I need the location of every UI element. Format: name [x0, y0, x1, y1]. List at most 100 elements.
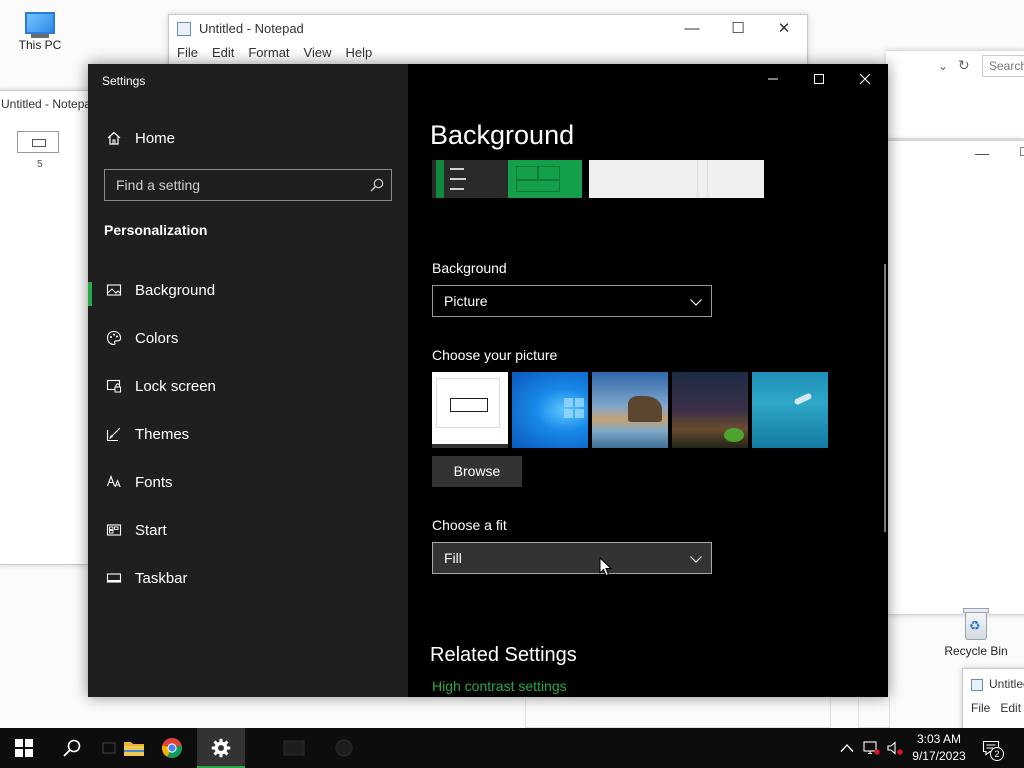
notepad-small-title: Untitled	[989, 677, 1024, 691]
this-pc-label: This PC	[18, 38, 62, 52]
notepad-app-icon	[177, 22, 191, 36]
minimize-icon[interactable]	[750, 64, 796, 98]
taskbar-chrome[interactable]	[148, 728, 196, 768]
themes-icon	[104, 424, 124, 444]
network-icon[interactable]	[862, 739, 880, 757]
settings-window[interactable]: Settings Home Personalization Background	[88, 64, 888, 697]
close-icon[interactable]	[842, 64, 888, 98]
taskbar-app-ghost-2[interactable]	[320, 728, 368, 768]
window-title: Settings	[102, 74, 146, 88]
notepad-titlebar[interactable]: Untitled - Notepad — ☐ ✕	[169, 15, 807, 43]
fonts-icon	[104, 472, 124, 492]
recycle-bin-label: Recycle Bin	[944, 644, 1008, 658]
window-controls	[750, 64, 888, 98]
notepad-window-left[interactable]: Untitled - Notepad 5	[0, 90, 98, 565]
nav-item-background[interactable]: Background	[88, 270, 408, 310]
notepad-small-menu-file[interactable]: File	[971, 701, 990, 715]
background-window-right[interactable]: — ☐	[886, 140, 1024, 615]
nav-item-themes[interactable]: Themes	[88, 414, 408, 454]
notepad-menubar: File Edit Format View Help	[177, 45, 372, 65]
picture-thumbnail[interactable]	[592, 372, 668, 448]
chevron-up-icon[interactable]	[838, 739, 856, 757]
minimize-icon[interactable]: —	[975, 145, 989, 161]
notepad-menu-file[interactable]: File	[177, 45, 198, 65]
taskbar-search-button[interactable]	[48, 728, 96, 768]
background-window-bottom	[525, 697, 831, 728]
nav-item-colors[interactable]: Colors	[88, 318, 408, 358]
background-label: Background	[432, 260, 507, 276]
nav-item-label: Fonts	[135, 473, 173, 491]
notification-count-badge: 2	[990, 747, 1004, 761]
start-icon	[15, 739, 33, 757]
explorer-window[interactable]: ⌄ ↻ Search	[886, 50, 1024, 138]
palette-icon	[104, 328, 124, 348]
notepad-minimize-icon[interactable]: —	[681, 19, 703, 39]
nav-item-label: Taskbar	[135, 569, 188, 587]
nav-item-label: Background	[135, 281, 216, 299]
notepad-menu-edit[interactable]: Edit	[212, 45, 234, 65]
explorer-search-input[interactable]: Search	[982, 55, 1024, 77]
settings-icon	[211, 738, 231, 758]
choose-fit-label: Choose a fit	[432, 517, 507, 533]
nav-item-label: Start	[135, 521, 167, 539]
nav-item-lock-screen[interactable]: Lock screen	[88, 366, 408, 406]
picture-thumbnail[interactable]	[752, 372, 828, 448]
notepad-window-small[interactable]: Untitled File Edit	[962, 668, 1024, 730]
picture-thumbnails	[432, 372, 832, 448]
notepad-small-menu-edit[interactable]: Edit	[1000, 701, 1021, 715]
picture-thumbnail[interactable]	[672, 372, 748, 448]
background-type-value: Picture	[444, 293, 488, 309]
search-icon[interactable]	[369, 177, 385, 193]
this-pc-desktop-icon[interactable]: This PC	[4, 10, 76, 52]
recycle-bin-desktop-icon[interactable]: ♻ Recycle Bin	[940, 602, 1012, 658]
notepad-menu-format[interactable]: Format	[248, 45, 289, 65]
app-icon	[335, 739, 353, 757]
background-window-bottom-2	[858, 697, 890, 728]
nav-item-start[interactable]: Start	[88, 510, 408, 550]
chevron-down-icon	[689, 552, 703, 566]
notepad-close-icon[interactable]: ✕	[773, 19, 795, 39]
picture-icon	[104, 280, 124, 300]
choose-picture-label: Choose your picture	[432, 347, 558, 363]
notepad-small-menubar: File Edit	[971, 701, 1021, 715]
nav-item-taskbar[interactable]: Taskbar	[88, 558, 408, 598]
lock-screen-icon	[104, 376, 124, 396]
fit-dropdown[interactable]: Fill	[432, 542, 712, 574]
browse-button[interactable]: Browse	[432, 456, 522, 487]
nav-home[interactable]: Home	[88, 122, 408, 154]
notepad-maximize-icon[interactable]: ☐	[727, 19, 749, 39]
fit-value: Fill	[444, 550, 462, 566]
notepad-menu-help[interactable]: Help	[345, 45, 372, 65]
nav-item-label: Themes	[135, 425, 190, 443]
home-icon	[104, 128, 124, 148]
refresh-icon[interactable]: ↻	[958, 57, 970, 74]
related-settings-title: Related Settings	[430, 644, 577, 666]
maximize-icon[interactable]	[796, 64, 842, 98]
page-title: Background	[430, 120, 575, 150]
taskbar: 3:03 AM 9/17/2023 2	[0, 728, 1024, 768]
volume-icon[interactable]	[886, 739, 904, 757]
search-input[interactable]	[105, 170, 363, 200]
maximize-icon[interactable]: ☐	[1019, 145, 1024, 159]
notepad-menu-view[interactable]: View	[304, 45, 332, 65]
high-contrast-link[interactable]: High contrast settings	[432, 678, 567, 694]
chevron-down-icon	[689, 295, 703, 309]
nav-home-label: Home	[135, 129, 176, 147]
chevron-down-icon[interactable]: ⌄	[938, 59, 948, 73]
start-button[interactable]	[0, 728, 48, 768]
clock-time[interactable]: 3:03 AM	[912, 732, 966, 746]
picture-thumbnail[interactable]	[432, 372, 508, 448]
taskbar-app-ghost[interactable]	[270, 728, 318, 768]
scrollbar[interactable]	[884, 264, 886, 532]
nav-item-fonts[interactable]: Fonts	[88, 462, 408, 502]
nav-item-label: Colors	[135, 329, 179, 347]
mouse-cursor-icon	[599, 557, 613, 577]
window-icon	[283, 740, 305, 756]
taskbar-settings[interactable]	[197, 728, 245, 768]
picture-thumbnail[interactable]	[512, 372, 588, 448]
settings-search[interactable]	[104, 169, 392, 201]
section-title: Personalization	[104, 222, 208, 238]
start-icon	[104, 520, 124, 540]
background-type-dropdown[interactable]: Picture	[432, 285, 712, 317]
clock-date[interactable]: 9/17/2023	[910, 749, 968, 763]
